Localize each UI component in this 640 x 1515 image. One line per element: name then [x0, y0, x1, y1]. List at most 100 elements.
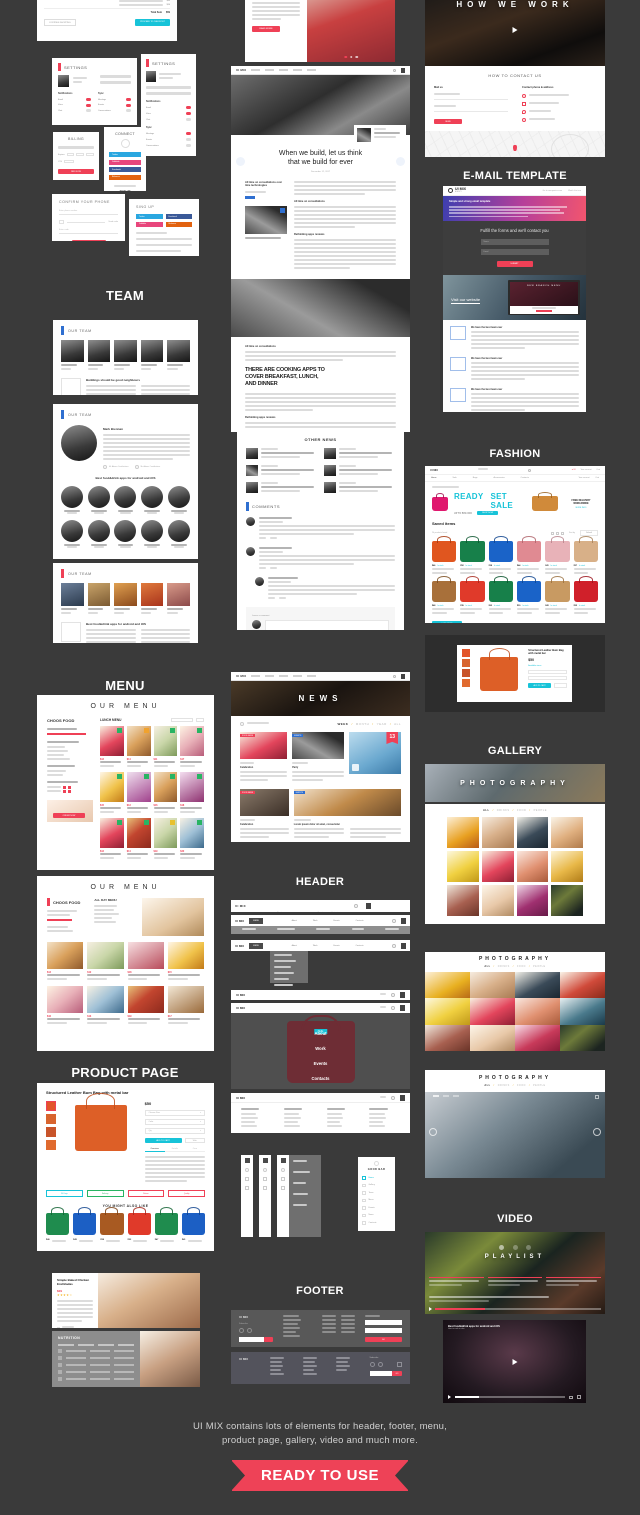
- connect-twitter-button[interactable]: Twitter: [109, 152, 141, 157]
- footer-input[interactable]: [369, 1371, 392, 1376]
- fashion-nav-item[interactable]: Sale: [453, 477, 457, 479]
- play-icon[interactable]: [429, 1307, 432, 1311]
- fullscreen-icon[interactable]: [595, 1095, 599, 1099]
- blog-page-card[interactable]: UI MIX When we build, let us think that …: [231, 66, 410, 432]
- product-tab-details[interactable]: Details: [164, 1148, 185, 1152]
- nutrition-card[interactable]: NUTRITION: [52, 1331, 200, 1387]
- code-input[interactable]: Enter code: [59, 229, 118, 234]
- toggle-on[interactable]: [186, 132, 191, 135]
- dropdown-item[interactable]: [274, 984, 293, 986]
- video-playlist-card[interactable]: PLAYLIST: [425, 1232, 605, 1314]
- menu-toggle-button[interactable]: MENU: [249, 942, 264, 949]
- email-template-card[interactable]: UI MIX AGENCY Go to companies.com Watch …: [443, 186, 586, 412]
- blog-topnav[interactable]: UI MIX: [231, 66, 410, 75]
- fashion-nav-item[interactable]: Bags: [473, 477, 478, 479]
- search-icon[interactable]: [391, 1095, 395, 1100]
- search-icon[interactable]: [391, 1006, 395, 1010]
- sign-up-twitter-button[interactable]: Twitter: [136, 214, 163, 219]
- gallery-grid-card[interactable]: ALL / DRINKS / FOOD / PEOPLE: [425, 804, 605, 924]
- cart-icon[interactable]: [401, 67, 405, 73]
- goodbar-item[interactable]: Events: [369, 1207, 375, 1209]
- header-subnav-bar[interactable]: [231, 926, 410, 934]
- sidebar-icon[interactable]: [263, 1177, 267, 1181]
- volume-icon[interactable]: [569, 1395, 573, 1399]
- gallery-filter-drinks[interactable]: DRINKS: [498, 965, 510, 968]
- product-tab-overview[interactable]: Overview: [144, 1148, 165, 1152]
- sign-up-card[interactable]: SING UP Twitter Facebook Dribbble Behanc…: [129, 199, 199, 256]
- connect-card[interactable]: CONNECT Twitter Dribbble Facebook Behanc…: [104, 127, 146, 191]
- sign-up-behance-button[interactable]: Behance: [165, 221, 192, 227]
- email-nav-item[interactable]: Watch the tour: [568, 190, 581, 192]
- email-nav-item[interactable]: Go to companies.com: [543, 190, 562, 192]
- toggle-on[interactable]: [186, 112, 191, 115]
- gallery-filter-all[interactable]: ALL: [483, 809, 490, 812]
- footer-go-button[interactable]: GO: [391, 1371, 402, 1376]
- header-nav-item[interactable]: Events: [318, 912, 324, 913]
- phone-input[interactable]: Enter phone number: [59, 210, 118, 215]
- continue-shopping-button[interactable]: CONTINUE SHOPPING: [44, 19, 76, 26]
- prev-arrow-icon[interactable]: [429, 1128, 437, 1136]
- play-icon[interactable]: [512, 27, 518, 33]
- sidebar-icon[interactable]: [281, 1177, 285, 1181]
- header-variant-5[interactable]: UI MIX: [231, 1003, 410, 1013]
- gallery-filter-drinks[interactable]: DRINKS: [498, 1084, 510, 1087]
- toggle-off[interactable]: [186, 118, 191, 121]
- fashion-nav-item[interactable]: Contacts: [521, 477, 529, 479]
- toggle-on[interactable]: [126, 103, 131, 107]
- sidebar-icon[interactable]: [263, 1186, 267, 1190]
- toggle-on[interactable]: [86, 98, 91, 101]
- sidebar-variant-3[interactable]: [277, 1155, 321, 1237]
- promo-card[interactable]: Best food&drink apps for android and iOS…: [245, 0, 395, 62]
- cart-icon[interactable]: [400, 1094, 405, 1101]
- toggle-off[interactable]: [186, 144, 191, 147]
- email-name-input[interactable]: Name: [480, 239, 549, 245]
- play-icon[interactable]: [512, 1358, 517, 1365]
- dropdown-item[interactable]: [274, 978, 289, 980]
- contact-send-button[interactable]: SEND: [434, 119, 462, 124]
- header-nav-item[interactable]: About: [292, 945, 297, 947]
- connect-behance-button[interactable]: Behance: [109, 174, 141, 180]
- wishlist-button[interactable]: Wish: [184, 1138, 205, 1143]
- confirm-phone-card[interactable]: CONFIRM YOUR PHONE Enter phone number Se…: [52, 194, 125, 241]
- sidebar-variant-2[interactable]: [259, 1155, 271, 1237]
- hamburger-icon[interactable]: [244, 1158, 250, 1163]
- play-icon[interactable]: [448, 1395, 451, 1399]
- gallery-filter-people[interactable]: PEOPLE: [533, 965, 546, 968]
- product-detail-panel[interactable]: Structured Leather Bum Bag with metal ba…: [425, 635, 605, 712]
- email-site-cta[interactable]: Visit our website: [451, 297, 481, 304]
- header-variant-1[interactable]: UI MIX About Company News Events Contact…: [231, 900, 410, 912]
- sign-up-dribbble-button[interactable]: Dribbble: [136, 221, 163, 227]
- dropdown-item[interactable]: [274, 954, 292, 956]
- fashion-sort-select[interactable]: Default: [580, 530, 598, 536]
- news-page-card[interactable]: UI MIX NEWS WEEK / MONTH / YEAR / ALL FO…: [231, 672, 410, 842]
- header-nav-item[interactable]: About: [277, 912, 282, 913]
- header-nav-item[interactable]: Contacts: [331, 912, 338, 913]
- menu-card-1[interactable]: OUR MENU CHOOS FOOD ORDER NOW LUNCH MENU…: [37, 695, 214, 870]
- sidebar-menu-item[interactable]: [293, 1171, 311, 1173]
- header-nav-item[interactable]: Contacts: [356, 945, 364, 947]
- settings-card-b[interactable]: SETTINGS Notifications Email Voice Chat …: [141, 54, 196, 156]
- cart-card[interactable]: Chicago Duffle Bag Edit Remove Order Tot…: [37, 0, 177, 41]
- fashion-nav-item[interactable]: Accessories: [493, 477, 504, 479]
- gallery-filter-drinks[interactable]: DRINKS: [497, 809, 510, 812]
- menu-order-button[interactable]: ORDER NOW: [53, 813, 85, 818]
- fashion-promo-button[interactable]: MORE INFO: [564, 507, 598, 509]
- fashion-shop-card[interactable]: UI MIX ♥ 24 Your account Cart Home Sale …: [425, 466, 605, 623]
- news-filter-year[interactable]: YEAR: [377, 722, 387, 726]
- gallery-filter-food[interactable]: FOOD: [517, 965, 526, 968]
- footer-variant-1[interactable]: UI MIX Subscribe GO: [231, 1310, 410, 1347]
- toggle-on[interactable]: [126, 98, 131, 101]
- header-nav-item[interactable]: Work: [313, 945, 318, 947]
- menu-card-2[interactable]: OUR MENU CHOOS FOOD ALL DAY MENU $14 $12…: [37, 876, 214, 1051]
- how-to-contact-card[interactable]: HOW TO CONTACT US Mail us SEND Contact p…: [425, 66, 605, 157]
- sidebar-menu-item[interactable]: [293, 1193, 309, 1195]
- header-nav-item[interactable]: Contacts: [356, 920, 364, 922]
- footer-go-button[interactable]: GO: [364, 1337, 402, 1342]
- billing-card[interactable]: BILLING Expires CVV PAY NOW: [53, 132, 99, 180]
- product-detail-add-button[interactable]: ADD TO CART: [528, 683, 551, 689]
- email-submit-button[interactable]: SUBMIT: [496, 261, 533, 267]
- cart-icon[interactable]: [401, 942, 406, 949]
- goodbar-item[interactable]: Contacts: [369, 1222, 377, 1224]
- sidebar-icon[interactable]: [245, 1168, 249, 1172]
- cart-icon[interactable]: [401, 673, 405, 679]
